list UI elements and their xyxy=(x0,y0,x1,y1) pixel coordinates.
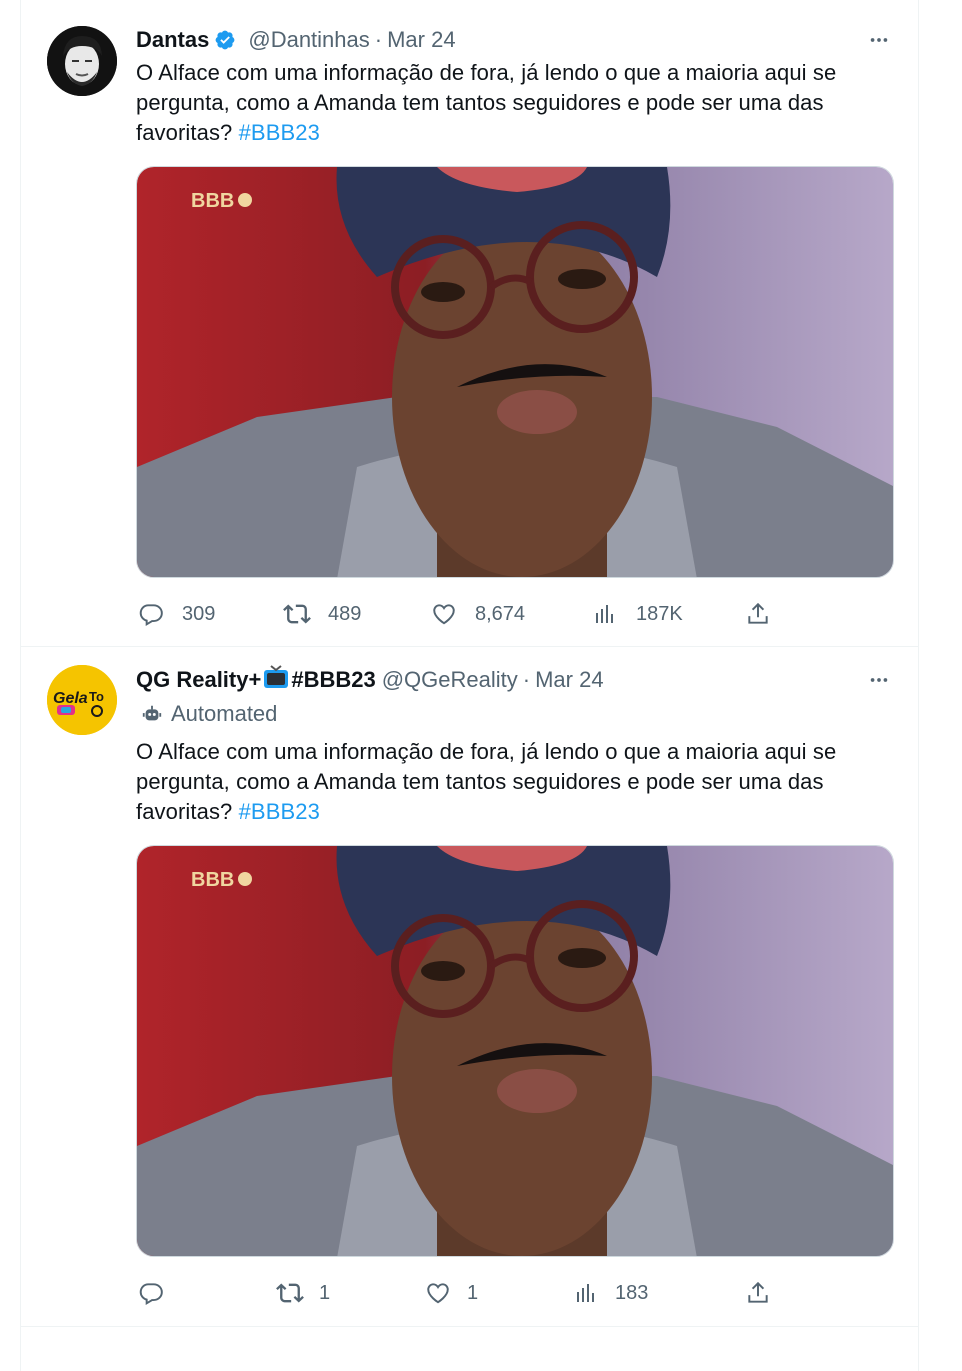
retweet-count: 1 xyxy=(319,1281,331,1304)
like-count: 1 xyxy=(467,1281,479,1304)
tweet-text: O Alface com uma informação de fora, já … xyxy=(136,58,906,148)
separator-dot: · xyxy=(522,667,531,692)
heart-icon xyxy=(423,1278,453,1308)
hashtag-link[interactable]: #BBB23 xyxy=(239,120,320,145)
tweet[interactable]: Dantas @Dantinhas · Mar 24 O Alface com … xyxy=(21,0,918,647)
bot-icon xyxy=(141,703,163,725)
reply-icon xyxy=(136,1278,166,1308)
tv-emoji-icon xyxy=(263,665,289,695)
author-name[interactable]: Dantas xyxy=(136,27,209,53)
author-handle[interactable]: @QGeReality xyxy=(382,667,518,693)
heart-icon xyxy=(429,599,459,629)
more-icon[interactable] xyxy=(864,665,894,695)
avatar[interactable]: Gela To xyxy=(47,665,117,735)
reply-count: 309 xyxy=(182,602,216,625)
retweet-count: 489 xyxy=(328,602,362,625)
retweet-button[interactable]: 489 xyxy=(282,594,361,634)
views-count: 183 xyxy=(615,1281,649,1304)
tweet-text: O Alface com uma informação de fora, já … xyxy=(136,737,906,827)
automated-label[interactable]: Automated xyxy=(141,701,277,727)
views-icon xyxy=(590,599,620,629)
hashtag-link[interactable]: #BBB23 xyxy=(239,799,320,824)
media-watermark: BBB xyxy=(191,190,234,212)
views-button[interactable]: 187K xyxy=(590,594,683,634)
reply-icon xyxy=(136,599,166,629)
svg-text:To: To xyxy=(89,689,104,704)
share-icon xyxy=(743,599,773,629)
share-button[interactable] xyxy=(743,594,773,634)
views-icon xyxy=(571,1278,601,1308)
tweet-actions: 309 489 8,674 187K xyxy=(136,594,894,634)
separator-dot: · xyxy=(374,27,383,52)
reply-button[interactable]: 309 xyxy=(136,594,215,634)
automated-text: Automated xyxy=(171,701,278,726)
svg-text:Gela: Gela xyxy=(53,690,88,707)
share-button[interactable] xyxy=(743,1273,773,1313)
retweet-icon xyxy=(275,1278,305,1308)
tweet-header: QG Reality+ #BBB23 @QGeReality · Mar 24 xyxy=(136,665,604,695)
tweet-media-image[interactable]: BBB xyxy=(136,845,894,1257)
verified-badge-icon xyxy=(214,29,236,51)
author-name[interactable]: QG Reality+ xyxy=(136,667,261,693)
share-icon xyxy=(743,1278,773,1308)
retweet-button[interactable]: 1 xyxy=(275,1273,330,1313)
media-watermark: BBB xyxy=(191,869,234,891)
tweet-date[interactable]: Mar 24 xyxy=(535,667,603,693)
author-name-hashtag[interactable]: #BBB23 xyxy=(291,667,375,693)
like-button[interactable]: 1 xyxy=(423,1273,478,1313)
author-handle[interactable]: @Dantinhas xyxy=(248,27,369,53)
avatar[interactable] xyxy=(47,26,117,96)
tweet-header: Dantas @Dantinhas · Mar 24 xyxy=(136,25,456,55)
views-count: 187K xyxy=(636,602,683,625)
tweet-media-image[interactable]: BBB xyxy=(136,166,894,578)
more-icon[interactable] xyxy=(864,25,894,55)
like-button[interactable]: 8,674 xyxy=(429,594,525,634)
tweet-date[interactable]: Mar 24 xyxy=(387,27,455,53)
views-button[interactable]: 183 xyxy=(571,1273,648,1313)
timeline-column: Dantas @Dantinhas · Mar 24 O Alface com … xyxy=(20,0,919,1371)
retweet-icon xyxy=(282,599,312,629)
reply-button[interactable] xyxy=(136,1273,180,1313)
like-count: 8,674 xyxy=(475,602,526,625)
tweet[interactable]: Gela To QG Reality+ #BBB23 @QGeReality ·… xyxy=(21,647,918,1327)
tweet-actions: 1 1 183 xyxy=(136,1273,894,1313)
